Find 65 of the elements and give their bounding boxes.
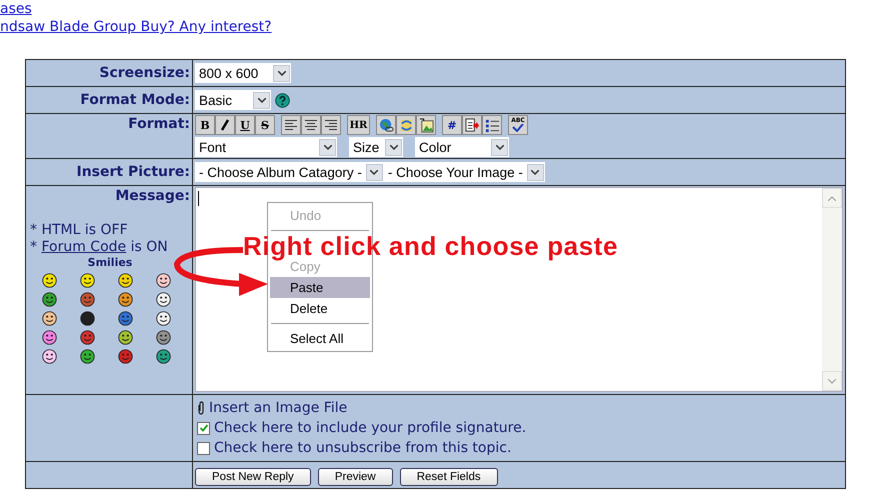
checkmark-icon <box>512 124 524 132</box>
html-note: * HTML is OFF <box>30 222 128 239</box>
checkbox[interactable] <box>197 442 210 454</box>
form-button[interactable]: Preview <box>318 468 393 486</box>
form-button[interactable]: Reset Fields <box>400 468 498 486</box>
annotation-text: Right click and choose paste <box>243 231 618 262</box>
checkbox-label: Check here to unsubscribe from this topic. <box>214 440 512 456</box>
field-label: Message: <box>115 188 190 204</box>
italic-button[interactable] <box>215 115 235 135</box>
align-right-icon <box>324 118 338 132</box>
document-arrow-icon <box>464 118 480 132</box>
caret-icon <box>531 170 540 175</box>
topic-link[interactable]: ases <box>0 0 32 18</box>
list-icon <box>484 118 500 132</box>
menu-item[interactable]: Delete <box>270 298 370 319</box>
smilies-heading: Smilies <box>88 256 132 269</box>
globe-button[interactable] <box>376 115 396 135</box>
format-select[interactable]: Color <box>415 137 509 157</box>
format-select[interactable]: Size <box>349 137 403 157</box>
checkbox[interactable] <box>197 422 210 434</box>
format-mode-select[interactable]: Basic <box>195 90 271 110</box>
menu-item[interactable]: Paste <box>270 277 370 298</box>
align-right-button[interactable] <box>321 115 341 135</box>
field-label: Format Mode: <box>80 92 190 108</box>
arrow-down-icon <box>828 378 836 384</box>
field-label: Insert Picture: <box>76 164 190 180</box>
caret-icon <box>324 144 332 150</box>
checkmark-icon <box>198 423 208 433</box>
caret-icon <box>370 170 378 175</box>
strike-button[interactable]: S <box>255 115 275 135</box>
arrow-up-icon <box>828 196 836 200</box>
picture-select[interactable]: - Choose Your Image - <box>384 162 545 182</box>
italic-icon <box>218 118 232 132</box>
picture-select[interactable]: - Choose Album Catagory - <box>195 162 384 182</box>
help-icon[interactable] <box>275 92 290 108</box>
bold-button[interactable]: HR <box>347 115 370 135</box>
image-button[interactable] <box>416 115 436 135</box>
forum-code-link[interactable]: Forum Code <box>41 239 126 255</box>
form-button[interactable]: Post New Reply <box>195 468 311 486</box>
caret-icon <box>258 98 266 103</box>
list-button[interactable] <box>482 115 502 135</box>
hash-button[interactable]: # <box>442 115 462 135</box>
screensize-select[interactable]: 800 x 600 <box>195 63 291 84</box>
attach-label[interactable]: Insert an Image File <box>209 400 348 416</box>
swap-icon <box>398 118 414 132</box>
caret-icon <box>390 144 398 150</box>
doc-arrow-button[interactable] <box>462 115 482 135</box>
field-label: Screensize: <box>99 65 190 81</box>
field-label: Format: <box>128 116 190 132</box>
format-select[interactable]: Font <box>195 137 337 157</box>
globe-link-icon <box>378 118 394 132</box>
image-icon <box>418 118 434 132</box>
align-center-icon <box>304 118 318 132</box>
caret-icon <box>496 144 504 150</box>
forum-code-note: * Forum Code is ON <box>30 239 168 256</box>
topic-link[interactable]: ndsaw Blade Group Buy? Any interest? <box>0 18 272 36</box>
bold-button[interactable]: B <box>195 115 215 135</box>
checkbox-label: Check here to include your profile signature. <box>214 420 526 436</box>
paperclip-icon <box>197 401 205 415</box>
caret-icon <box>278 70 286 76</box>
underline-button[interactable]: U <box>235 115 255 135</box>
align-left-button[interactable] <box>281 115 301 135</box>
align-center-button[interactable] <box>301 115 321 135</box>
align-left-icon <box>284 118 298 132</box>
menu-item[interactable]: Select All <box>270 328 370 349</box>
